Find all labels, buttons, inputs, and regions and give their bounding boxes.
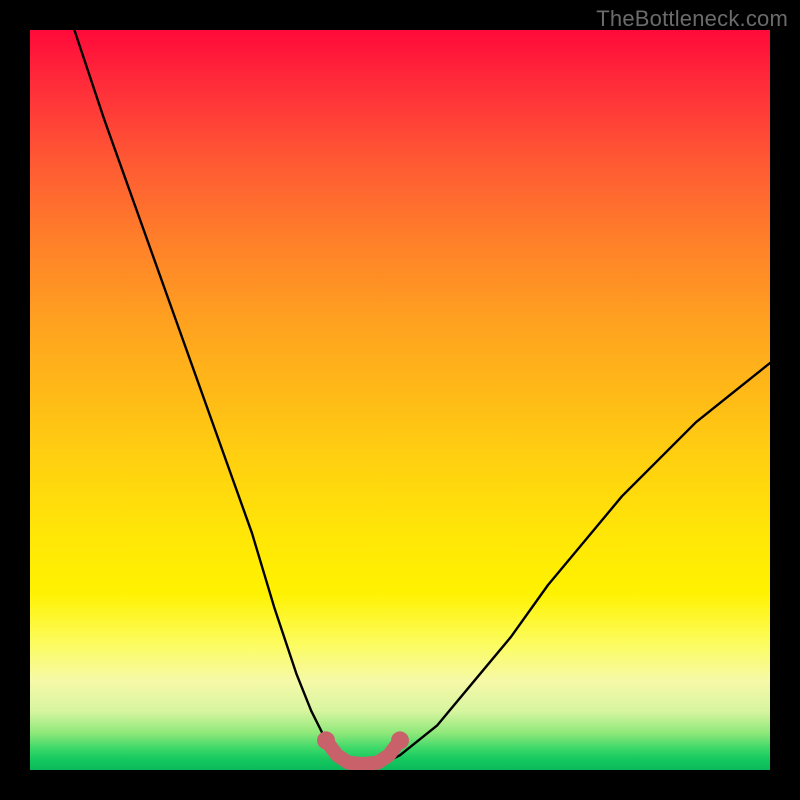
bottleneck-curve-path — [74, 30, 770, 763]
optimal-zone-dots — [317, 731, 409, 749]
plot-area — [30, 30, 770, 770]
optimal-zone-path — [326, 740, 400, 764]
optimal-endpoint-dot — [391, 731, 409, 749]
watermark-text: TheBottleneck.com — [596, 6, 788, 32]
chart-frame: TheBottleneck.com — [0, 0, 800, 800]
optimal-endpoint-dot — [317, 731, 335, 749]
curve-svg — [30, 30, 770, 770]
